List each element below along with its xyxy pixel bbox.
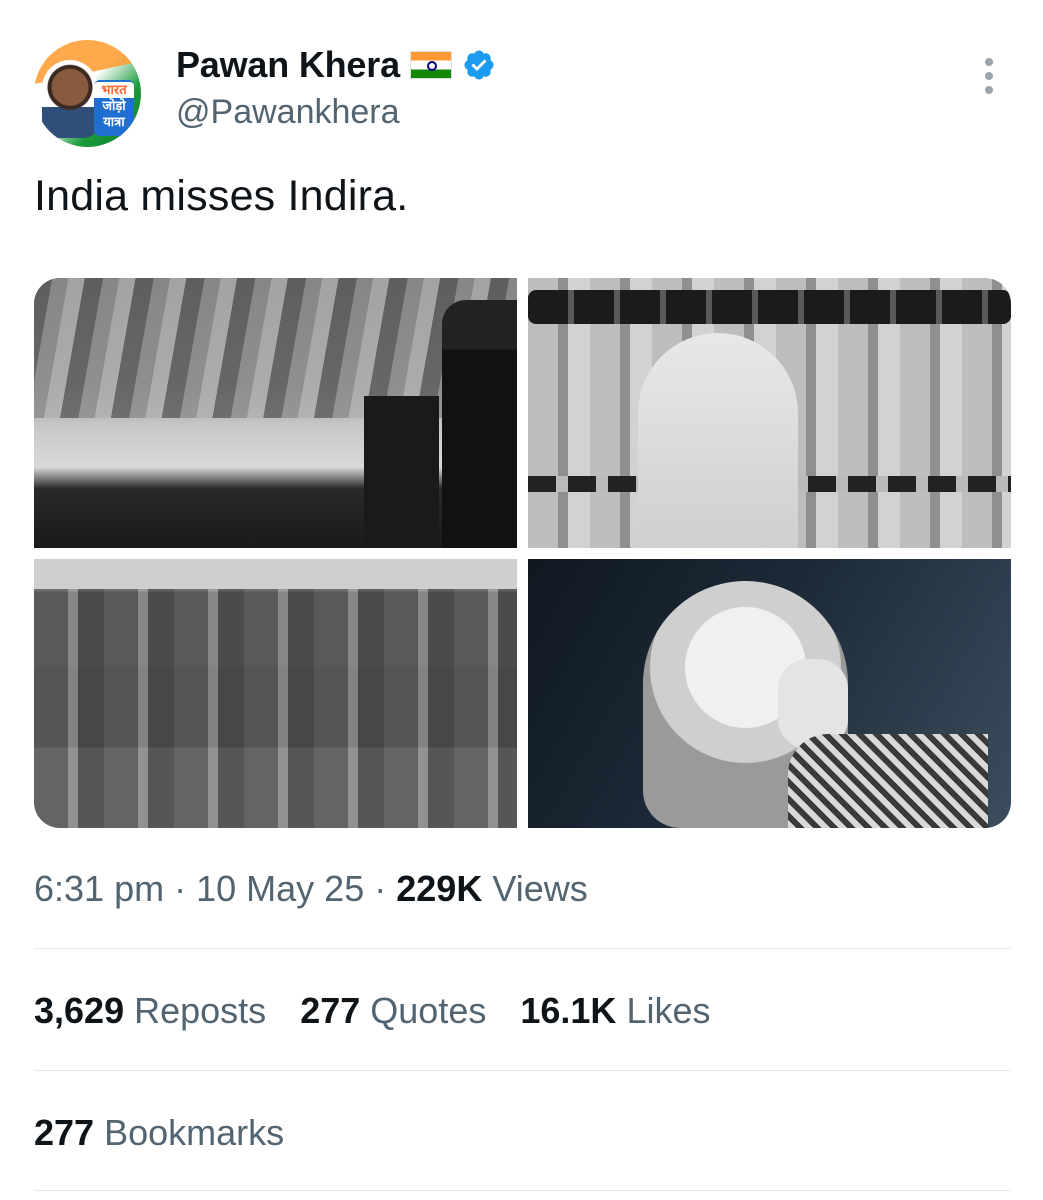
quotes-label: Quotes (370, 990, 487, 1031)
photo-guard-of-honour[interactable] (528, 278, 1011, 548)
author-name-row: Pawan Khera (176, 42, 496, 88)
meta-separator: · (374, 868, 387, 909)
quotes-count: 277 (300, 990, 361, 1031)
tweet-detail: भारत जोड़ो यात्रा Pawan Khera @Pawankher… (0, 0, 1043, 1200)
more-options-icon[interactable] (978, 58, 1000, 98)
divider (34, 1070, 1011, 1071)
photo-soldiers-group[interactable] (34, 559, 517, 828)
meta-separator: · (174, 868, 187, 909)
avatar[interactable]: भारत जोड़ो यात्रा (34, 40, 141, 147)
photo-pointing-portrait[interactable] (528, 559, 1011, 828)
bookmarks-count: 277 (34, 1112, 95, 1153)
likes-count: 16.1K (520, 990, 617, 1031)
tweet-date[interactable]: 10 May 25 (196, 868, 364, 909)
tweet-text: India misses Indira. (34, 172, 409, 220)
views-label: Views (492, 868, 588, 909)
avatar-portrait (42, 60, 98, 138)
photo-speech-rally[interactable] (34, 278, 517, 548)
bharat-jodo-yatra-logo: भारत जोड़ो यात्रा (94, 80, 134, 136)
tweet-meta: 6:31 pm · 10 May 25 · 229K Views (34, 868, 588, 910)
verified-badge-icon[interactable] (462, 48, 496, 82)
likes-label: Likes (626, 990, 711, 1031)
tweet-time[interactable]: 6:31 pm (34, 868, 164, 909)
india-flag-icon (409, 51, 452, 79)
quotes-stat[interactable]: 277 Quotes (300, 990, 486, 1032)
divider (34, 1190, 1011, 1191)
media-grid (34, 278, 1011, 828)
engagement-stats: 3,629 Reposts 277 Quotes 16.1K Likes (34, 990, 745, 1032)
views-count: 229K (396, 868, 483, 909)
bookmarks-stat: 277 Bookmarks (34, 1112, 284, 1154)
author-handle[interactable]: @Pawankhera (176, 93, 400, 132)
divider (34, 948, 1011, 949)
likes-stat[interactable]: 16.1K Likes (520, 990, 710, 1032)
reposts-stat[interactable]: 3,629 Reposts (34, 990, 266, 1032)
bookmarks-label: Bookmarks (104, 1112, 285, 1153)
reposts-label: Reposts (134, 990, 267, 1031)
author-name[interactable]: Pawan Khera (176, 44, 400, 86)
reposts-count: 3,629 (34, 990, 125, 1031)
